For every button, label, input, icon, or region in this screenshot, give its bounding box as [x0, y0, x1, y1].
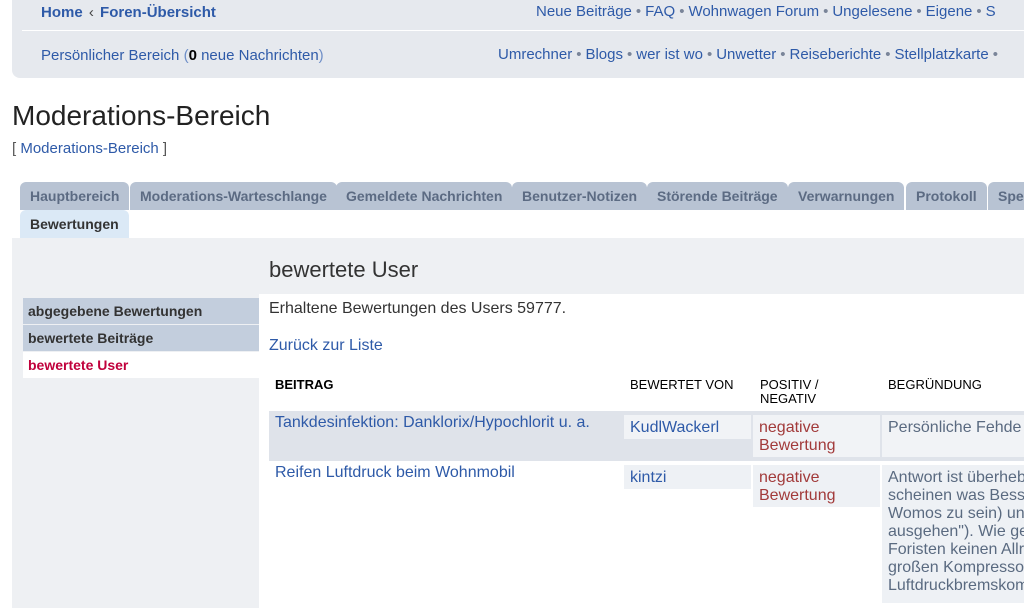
- table-row: Reifen Luftdruck beim Wohnmobil kintzi n…: [269, 463, 1024, 603]
- new-messages-link[interactable]: neue Nachrichten: [201, 47, 319, 64]
- tab-user-notes[interactable]: Benutzer-Notizen: [512, 182, 648, 210]
- breadcrumb: Home ‹ Foren-Übersicht: [41, 4, 216, 21]
- reason-text: Antwort ist überheb scheinen was Besse W…: [882, 465, 1024, 603]
- tab-moderation-queue[interactable]: Moderations-Warteschlange: [130, 182, 337, 210]
- table-row: Tankdesinfektion: Danklorix/Hypochlorit …: [269, 411, 1024, 461]
- post-link[interactable]: Reifen Luftdruck beim Wohnmobil: [275, 464, 515, 482]
- nav-pitch-map-link[interactable]: Stellplatzkarte: [894, 46, 988, 63]
- nav-storm-link[interactable]: Unwetter: [716, 46, 776, 63]
- nav-blogs-link[interactable]: Blogs: [585, 46, 623, 63]
- sidebar: abgegebene Bewertungen bewertete Beiträg…: [23, 298, 259, 379]
- tab-disruptive-posts[interactable]: Störende Beiträge: [647, 182, 788, 210]
- reason-text: Persönliche Fehde: [882, 415, 1024, 457]
- nav-converter-link[interactable]: Umrechner: [498, 46, 572, 63]
- nav-who-is-where-link[interactable]: wer ist wo: [636, 46, 703, 63]
- breadcrumb-separator: ‹: [88, 4, 94, 21]
- breadcrumb-home-link[interactable]: Home: [41, 4, 83, 21]
- sidebar-item-rated-posts[interactable]: bewertete Beiträge: [23, 325, 259, 351]
- tab-ratings[interactable]: Bewertungen: [20, 210, 129, 238]
- new-messages-count: 0: [188, 47, 197, 64]
- moderation-area-link[interactable]: Moderations-Bereich: [20, 140, 158, 157]
- column-header-post: Beitrag: [275, 377, 334, 392]
- rating-value: negative Bewertung: [753, 415, 880, 457]
- column-header-rating: Positiv / Negativ: [760, 377, 819, 406]
- page-title: Moderations-Bereich: [12, 100, 271, 131]
- tab-spe[interactable]: Spe: [988, 182, 1024, 210]
- breadcrumb-forums-link[interactable]: Foren-Übersicht: [100, 4, 216, 21]
- tab-warnings[interactable]: Verwarnungen: [788, 182, 905, 210]
- nav-own-link[interactable]: Eigene: [926, 3, 973, 20]
- intro-text: Erhaltene Bewertungen des Users 59777.: [269, 300, 567, 317]
- personal-area-link[interactable]: Persönlicher Bereich: [41, 47, 179, 64]
- tab-main[interactable]: Hauptbereich: [20, 182, 130, 210]
- nav-travel-reports-link[interactable]: Reiseberichte: [790, 46, 882, 63]
- rated-by-user-link[interactable]: kintzi: [630, 469, 666, 487]
- tab-log[interactable]: Protokoll: [906, 182, 987, 210]
- nav-new-posts-link[interactable]: Neue Beiträge: [536, 3, 632, 20]
- sub-breadcrumb: [ Moderations-Bereich ]: [12, 140, 168, 157]
- rating-value: negative Bewertung: [753, 465, 880, 507]
- post-link[interactable]: Tankdesinfektion: Danklorix/Hypochlorit …: [275, 414, 590, 432]
- top-nav-row1: Neue Beiträge • FAQ • Wohnwagen Forum • Ungele…: [536, 3, 996, 20]
- column-header-reason: Begründung: [888, 377, 982, 392]
- nav-s-link[interactable]: S: [986, 3, 996, 20]
- column-header-rated-by: Bewertet von: [630, 377, 734, 392]
- content-title: bewertete User: [269, 257, 419, 282]
- personal-area: Persönlicher Bereich (0 neue Nachrichten…: [41, 47, 324, 64]
- back-to-list-link[interactable]: Zurück zur Liste: [269, 337, 383, 355]
- nav-faq-link[interactable]: FAQ: [645, 3, 675, 20]
- sidebar-item-rated-users[interactable]: bewertete User: [23, 352, 259, 378]
- sidebar-item-given-ratings[interactable]: abgegebene Bewertungen: [23, 298, 259, 324]
- tab-reported-messages[interactable]: Gemeldete Nachrichten: [336, 182, 513, 210]
- rated-by-user-link[interactable]: KudlWackerl: [630, 419, 719, 437]
- nav-wohnwagen-forum-link[interactable]: Wohnwagen Forum: [688, 3, 819, 20]
- nav-unread-link[interactable]: Ungelesene: [832, 3, 912, 20]
- top-nav-row2: Umrechner • Blogs • wer ist wo • Unwetter • Reis…: [498, 46, 998, 63]
